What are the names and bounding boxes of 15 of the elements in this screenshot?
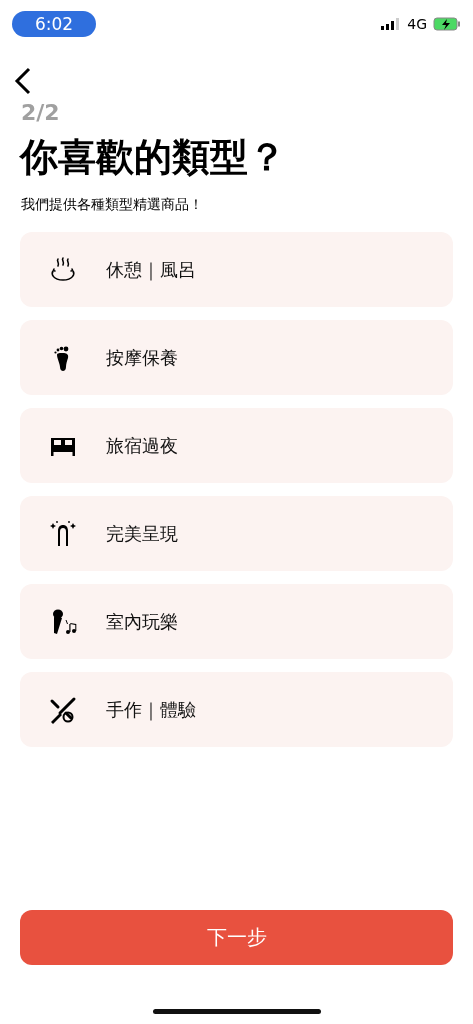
network-label: 4G: [407, 16, 427, 32]
page-subtitle: 我們提供各種類型精選商品！: [21, 196, 204, 215]
category-option[interactable]: 按摩保養: [20, 320, 453, 396]
signal-icon: [381, 18, 402, 30]
category-option[interactable]: 室內玩樂: [20, 584, 453, 660]
category-option[interactable]: 手作｜體驗: [20, 672, 453, 748]
page-title: 你喜歡的類型？: [20, 134, 287, 181]
step-counter: 2/2: [21, 100, 61, 125]
status-time: 6:02: [12, 11, 96, 37]
category-option[interactable]: 休憩｜風呂: [20, 232, 453, 308]
battery-charging-icon: [433, 17, 461, 31]
next-button[interactable]: 下一步: [20, 910, 453, 965]
category-option[interactable]: 完美呈現: [20, 496, 453, 572]
category-option[interactable]: 旅宿過夜: [20, 408, 453, 484]
nail-icon: [48, 518, 78, 549]
